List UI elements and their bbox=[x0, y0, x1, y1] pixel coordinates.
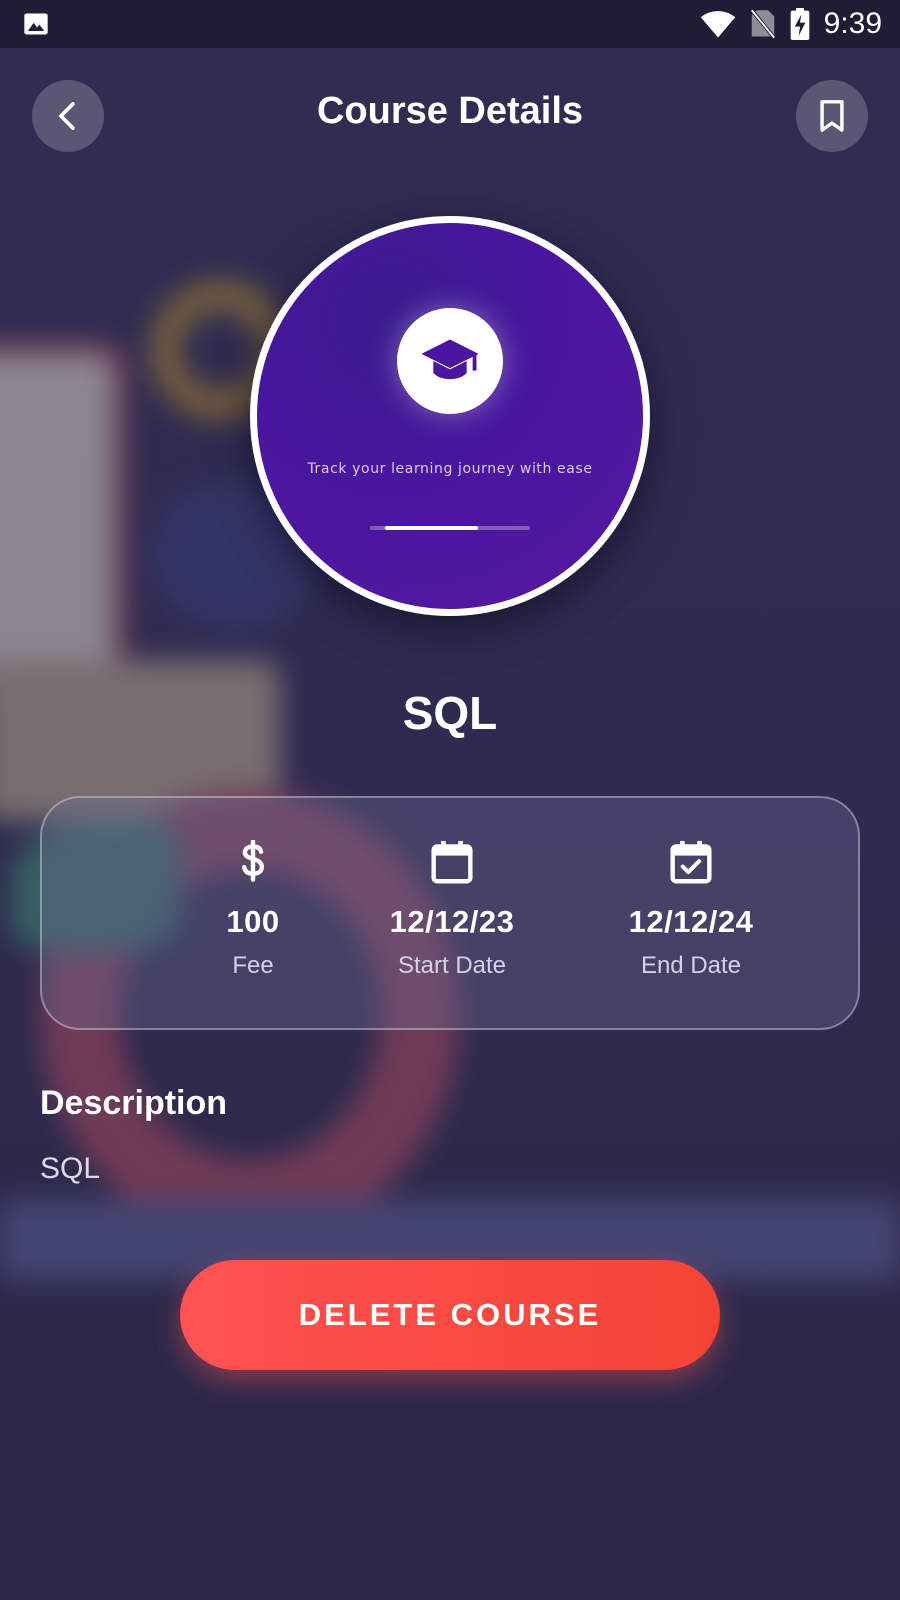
bookmark-button[interactable] bbox=[796, 80, 868, 152]
course-info-card: 100 Fee 12/12/23 Start Date 12/12/24 End… bbox=[40, 796, 860, 1030]
description-heading: Description bbox=[40, 1084, 228, 1122]
course-hero-image: Track your learning journey with ease bbox=[250, 216, 650, 616]
fee-label: Fee bbox=[232, 952, 274, 979]
hero-tagline: Track your learning journey with ease bbox=[307, 461, 593, 477]
hero-progress-bar bbox=[370, 526, 530, 530]
info-start-date: 12/12/23 Start Date bbox=[342, 838, 562, 980]
page-title: Course Details bbox=[316, 90, 584, 132]
fee-value: 100 bbox=[226, 904, 280, 939]
no-sim-icon bbox=[749, 9, 776, 39]
calendar-check-icon bbox=[670, 840, 712, 884]
end-date-value: 12/12/24 bbox=[628, 904, 754, 939]
info-fee: 100 Fee bbox=[143, 838, 363, 980]
battery-charging-icon bbox=[790, 8, 809, 40]
status-bar: 9:39 bbox=[0, 0, 900, 48]
end-date-label: End Date bbox=[640, 952, 742, 979]
graduation-cap-icon bbox=[421, 339, 479, 380]
course-name: SQL bbox=[402, 687, 498, 739]
status-time: 9:39 bbox=[823, 7, 882, 40]
course-details-screen: 9:39 Course Details Track your learning … bbox=[0, 0, 900, 1600]
wifi-icon bbox=[700, 11, 735, 38]
start-date-value: 12/12/23 bbox=[389, 904, 515, 939]
hero-progress-fill bbox=[385, 526, 478, 530]
calendar-icon bbox=[431, 840, 473, 884]
start-date-label: Start Date bbox=[397, 952, 507, 979]
dollar-icon bbox=[242, 840, 265, 882]
hero-badge bbox=[397, 308, 503, 414]
delete-course-button[interactable]: DELETE COURSE bbox=[180, 1260, 720, 1370]
info-end-date: 12/12/24 End Date bbox=[581, 838, 801, 980]
gallery-icon bbox=[24, 13, 48, 35]
description-text: SQL bbox=[40, 1152, 101, 1185]
bookmark-icon bbox=[820, 100, 844, 132]
